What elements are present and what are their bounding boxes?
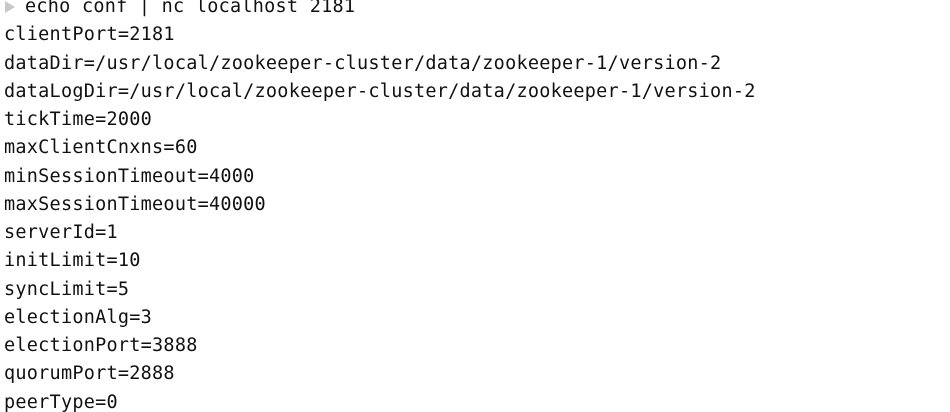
output-line: maxClientCnxns=60 (4, 137, 198, 159)
command-line: echo conf | nc localhost 2181 (4, 0, 756, 21)
output-line: initLimit=10 (4, 250, 141, 272)
output-line: quorumPort=2888 (4, 363, 175, 385)
output-line: peerType=0 (4, 391, 118, 412)
command-text: echo conf | nc localhost 2181 (25, 0, 356, 17)
output-line: minSessionTimeout=4000 (4, 165, 255, 187)
terminal-output: echo conf | nc localhost 2181 clientPort… (4, 0, 756, 412)
output-line: serverId=1 (4, 222, 118, 243)
output-line: tickTime=2000 (4, 109, 153, 130)
output-line: dataLogDir=/usr/local/zookeeper-cluster/… (4, 80, 756, 102)
triangle-right-icon (5, 1, 15, 14)
output-line: electionPort=3888 (4, 335, 198, 356)
terminal-window[interactable]: echo conf | nc localhost 2181 clientPort… (0, 0, 950, 412)
output-line: clientPort=2181 (4, 24, 175, 46)
output-line: syncLimit=5 (4, 278, 130, 300)
output-line: dataDir=/usr/local/zookeeper-cluster/dat… (4, 52, 722, 74)
output-line: maxSessionTimeout=40000 (4, 193, 266, 215)
output-line: electionAlg=3 (4, 306, 153, 328)
